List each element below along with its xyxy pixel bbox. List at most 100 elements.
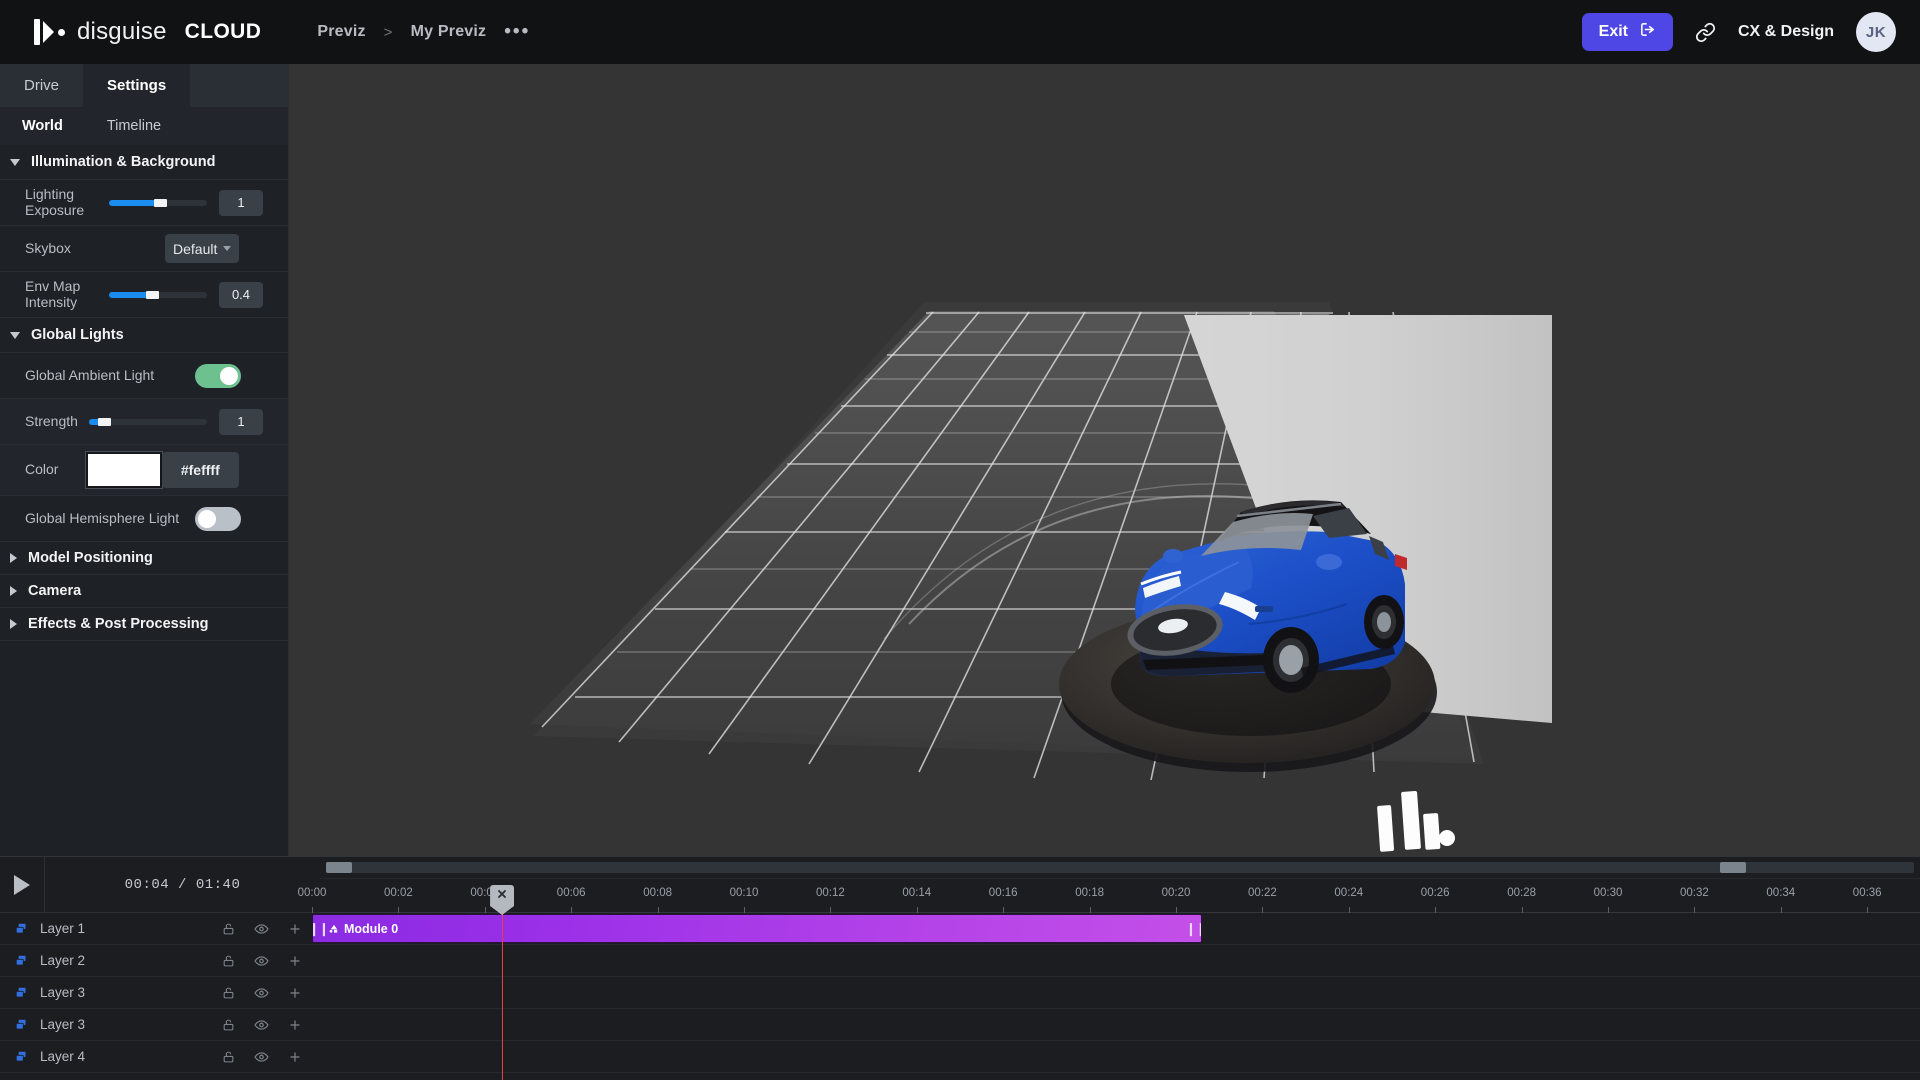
layer-icon	[14, 1018, 36, 1032]
color-label: Color	[25, 462, 77, 478]
play-button[interactable]	[0, 857, 44, 913]
plus-icon[interactable]	[288, 1050, 302, 1064]
timecode-display: 00:04 / 01:40	[44, 857, 320, 913]
share-link-icon[interactable]	[1695, 22, 1716, 43]
ruler-tick-label: 00:28	[1507, 887, 1536, 899]
scrollbar-track[interactable]	[326, 862, 1914, 873]
section-title: Global Lights	[31, 327, 124, 343]
playhead[interactable]	[502, 913, 503, 1080]
section-effects-post-processing[interactable]: Effects & Post Processing	[0, 608, 288, 641]
ruler-tick-label: 00:10	[730, 887, 759, 899]
subtab-timeline[interactable]: Timeline	[85, 107, 183, 145]
exit-button-label: Exit	[1599, 23, 1628, 41]
strength-value[interactable]: 1	[219, 409, 263, 435]
clip-handle-left[interactable]: ❙❙	[313, 921, 324, 937]
ruler-tick-label: 00:14	[902, 887, 931, 899]
breadcrumb-item-my-previz[interactable]: My Previz	[411, 23, 487, 41]
strength-label: Strength	[25, 414, 77, 430]
track-row[interactable]	[320, 945, 1920, 977]
ruler-tick-label: 00:02	[384, 887, 413, 899]
layer-row[interactable]: Layer 2	[0, 945, 320, 977]
ruler-tick-label: 00:24	[1334, 887, 1363, 899]
breadcrumb-more-icon[interactable]: •••	[504, 27, 530, 37]
layer-row[interactable]: Layer 4	[0, 1041, 320, 1073]
3d-viewport[interactable]	[289, 64, 1920, 856]
plus-icon[interactable]	[288, 954, 302, 968]
eye-icon[interactable]	[254, 1050, 269, 1064]
control-env-map-intensity: Env Map Intensity 0.4	[0, 272, 288, 318]
organisation-name[interactable]: CX & Design	[1738, 23, 1834, 41]
plus-icon[interactable]	[288, 1018, 302, 1032]
lock-open-icon[interactable]	[222, 986, 235, 1000]
ruler-tick-label: 00:30	[1594, 887, 1623, 899]
eye-icon[interactable]	[254, 922, 269, 936]
skybox-label: Skybox	[25, 241, 97, 257]
module-icon	[328, 923, 340, 934]
eye-icon[interactable]	[254, 986, 269, 1000]
plus-icon[interactable]	[288, 986, 302, 1000]
ruler-tick-label: 00:08	[643, 887, 672, 899]
global-ambient-light-toggle[interactable]	[195, 364, 241, 388]
ruler-tick-label: 00:00	[298, 887, 327, 899]
top-bar-actions: Exit CX & Design JK	[1582, 12, 1896, 52]
avatar[interactable]: JK	[1856, 12, 1896, 52]
lock-open-icon[interactable]	[222, 922, 235, 936]
control-global-ambient-light: Global Ambient Light	[0, 353, 288, 399]
section-global-lights[interactable]: Global Lights	[0, 318, 288, 353]
env-map-intensity-slider[interactable]	[109, 292, 207, 298]
layer-name: Layer 2	[40, 953, 85, 968]
timeline-clip[interactable]: ❙❙Module 0❙❙	[312, 914, 1202, 943]
scrollbar-handle-left[interactable]	[326, 862, 352, 873]
lighting-exposure-value[interactable]: 1	[219, 190, 263, 216]
layer-row[interactable]: Layer 3	[0, 1009, 320, 1041]
color-hex-value[interactable]: #feffff	[162, 452, 239, 488]
color-swatch[interactable]	[86, 452, 162, 488]
lighting-exposure-slider[interactable]	[109, 200, 207, 206]
layer-icon	[14, 954, 36, 968]
clip-handle-right[interactable]: ❙❙	[1190, 921, 1201, 937]
section-illumination-background[interactable]: Illumination & Background	[0, 145, 288, 180]
tab-drive[interactable]: Drive	[0, 64, 83, 107]
lock-open-icon[interactable]	[222, 1018, 235, 1032]
section-title: Effects & Post Processing	[28, 616, 209, 632]
section-camera[interactable]: Camera	[0, 575, 288, 608]
plus-icon[interactable]	[288, 922, 302, 936]
subtab-world[interactable]: World	[0, 107, 85, 145]
exit-icon	[1639, 21, 1656, 43]
breadcrumb: Previz > My Previz •••	[317, 23, 530, 41]
breadcrumb-item-previz[interactable]: Previz	[317, 23, 365, 41]
global-hemisphere-light-toggle[interactable]	[195, 507, 241, 531]
timeline-ruler[interactable]: 00:0000:0200:0400:0600:0800:1000:1200:14…	[320, 879, 1920, 913]
sidebar-tabs: Drive Settings	[0, 64, 288, 107]
track-row[interactable]	[320, 977, 1920, 1009]
scrollbar-handle-right[interactable]	[1720, 862, 1746, 873]
top-bar: disguise CLOUD Previz > My Previz ••• Ex…	[0, 0, 1920, 64]
tab-settings[interactable]: Settings	[83, 64, 190, 107]
track-row[interactable]	[320, 1041, 1920, 1073]
timeline-layer-list: 00:04 / 01:40 Layer 1 Layer 2 Layer 3 Layer…	[0, 857, 320, 1080]
eye-icon[interactable]	[254, 1018, 269, 1032]
chevron-right-icon	[10, 553, 17, 563]
brand-logo[interactable]: disguise CLOUD	[34, 18, 261, 46]
control-global-hemisphere-light: Global Hemisphere Light	[0, 496, 288, 542]
eye-icon[interactable]	[254, 954, 269, 968]
layer-name: Layer 3	[40, 1017, 85, 1032]
skybox-select[interactable]: Default	[165, 234, 239, 263]
skybox-value: Default	[173, 241, 217, 257]
layer-row[interactable]: Layer 1	[0, 913, 320, 945]
ruler-tick-label: 00:22	[1248, 887, 1277, 899]
timeline-scrollbar[interactable]	[320, 857, 1920, 879]
section-model-positioning[interactable]: Model Positioning	[0, 542, 288, 575]
global-ambient-light-label: Global Ambient Light	[25, 368, 195, 384]
layer-row[interactable]: Layer 3	[0, 977, 320, 1009]
strength-slider[interactable]	[89, 419, 207, 425]
ruler-tick-label: 00:12	[816, 887, 845, 899]
lock-open-icon[interactable]	[222, 954, 235, 968]
chevron-down-icon	[223, 246, 231, 251]
exit-button[interactable]: Exit	[1582, 13, 1673, 51]
track-row[interactable]: ❙❙Module 0❙❙	[320, 913, 1920, 945]
control-strength: Strength 1	[0, 399, 288, 445]
lock-open-icon[interactable]	[222, 1050, 235, 1064]
track-row[interactable]	[320, 1009, 1920, 1041]
env-map-intensity-value[interactable]: 0.4	[219, 282, 263, 308]
